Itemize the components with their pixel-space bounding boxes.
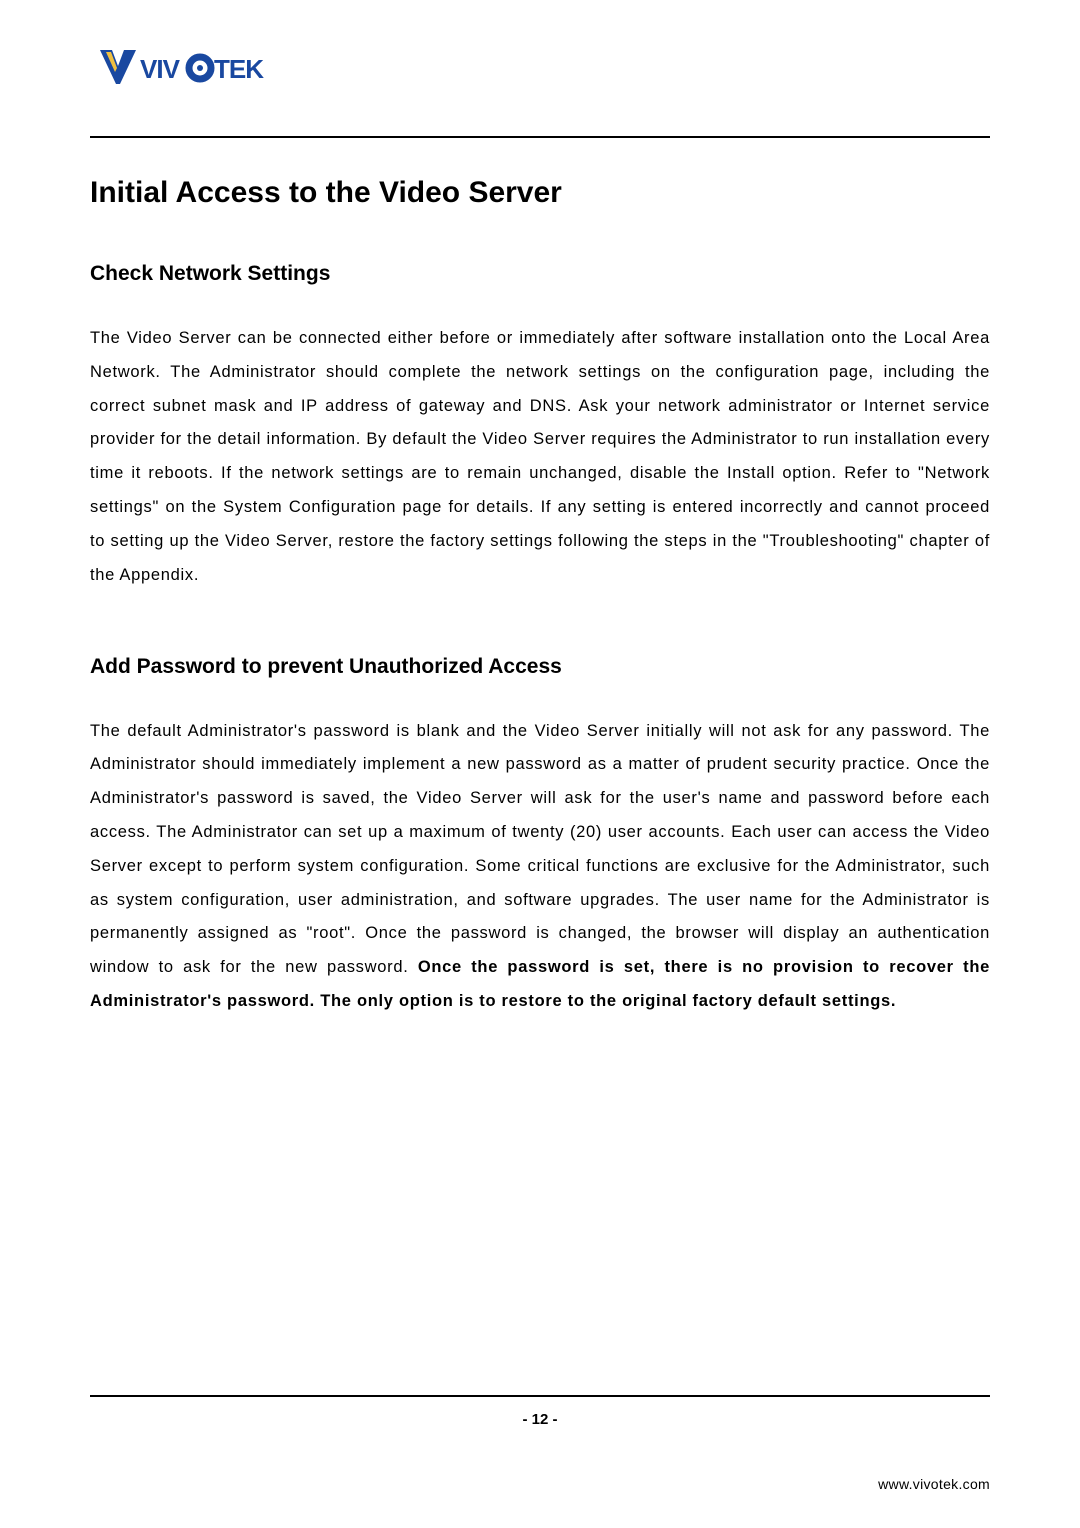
paragraph-password: The default Administrator's password is … bbox=[90, 715, 990, 1019]
brand-logo: VIV TEK bbox=[98, 48, 990, 98]
footer-url: www.vivotek.com bbox=[90, 1476, 990, 1492]
section-heading-password: Add Password to prevent Unauthorized Acc… bbox=[90, 655, 990, 679]
header-divider bbox=[90, 136, 990, 138]
page-footer: - 12 - www.vivotek.com bbox=[90, 1385, 990, 1492]
paragraph-network-settings: The Video Server can be connected either… bbox=[90, 322, 990, 593]
page-number: - 12 - bbox=[90, 1411, 990, 1428]
page-title: Initial Access to the Video Server bbox=[90, 176, 990, 210]
svg-text:VIV: VIV bbox=[140, 54, 181, 84]
svg-text:TEK: TEK bbox=[214, 54, 264, 84]
paragraph-password-text: The default Administrator's password is … bbox=[90, 722, 990, 977]
footer-divider bbox=[90, 1395, 990, 1397]
section-heading-network: Check Network Settings bbox=[90, 262, 990, 286]
